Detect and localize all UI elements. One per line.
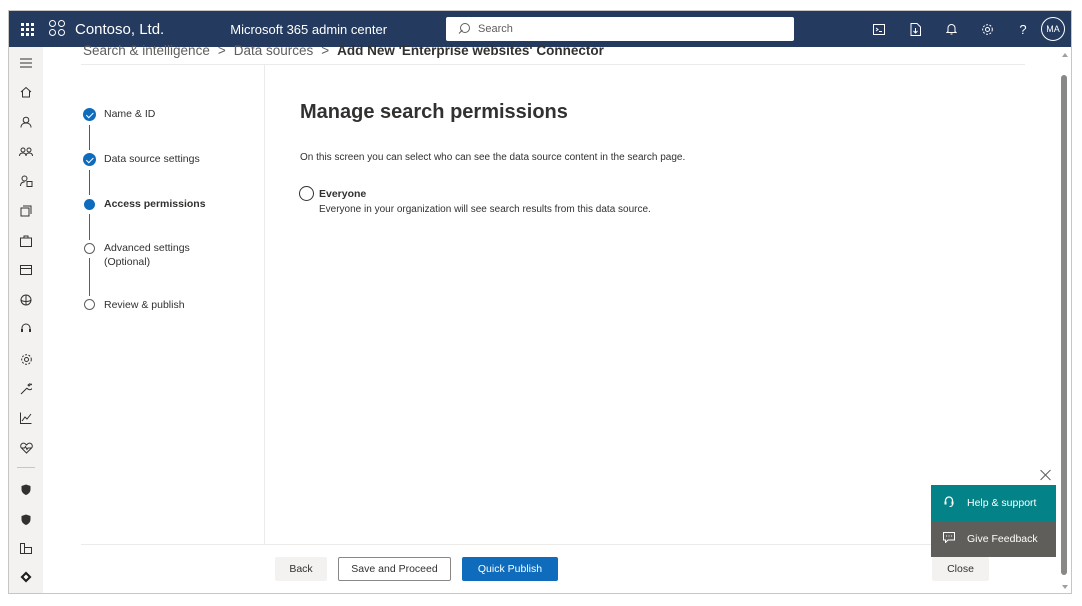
health-icon[interactable] bbox=[9, 436, 43, 460]
step-label-optional: (Optional) bbox=[104, 256, 151, 268]
org-name: Contoso, Ltd. bbox=[75, 20, 165, 38]
app-name: Microsoft 365 admin center bbox=[230, 21, 388, 37]
close-icon[interactable] bbox=[1039, 468, 1053, 482]
scroll-thumb[interactable] bbox=[1061, 75, 1067, 575]
page-title: Manage search permissions bbox=[300, 101, 568, 123]
hamburger-icon[interactable] bbox=[9, 51, 43, 75]
give-feedback-button[interactable]: Give Feedback bbox=[931, 521, 1056, 557]
support-icon[interactable] bbox=[9, 317, 43, 341]
search-icon bbox=[458, 23, 470, 35]
headset-icon bbox=[943, 496, 955, 510]
footer-divider bbox=[81, 544, 1025, 545]
save-and-proceed-button[interactable]: Save and Proceed bbox=[338, 557, 451, 581]
groups-icon[interactable] bbox=[9, 140, 43, 164]
close-button[interactable]: Close bbox=[932, 557, 989, 581]
breadcrumb-data-sources[interactable]: Data sources bbox=[234, 43, 314, 58]
everyone-label: Everyone bbox=[319, 188, 367, 200]
left-nav bbox=[9, 47, 43, 593]
help-support-button[interactable]: Help & support bbox=[931, 485, 1056, 521]
feedback-icon bbox=[943, 532, 955, 546]
bell-icon[interactable] bbox=[933, 11, 969, 47]
settings-icon[interactable] bbox=[9, 347, 43, 371]
step-connector bbox=[89, 214, 90, 240]
breadcrumb-search-intelligence[interactable]: Search & intelligence bbox=[83, 43, 210, 58]
step-connector bbox=[89, 125, 90, 150]
checkmark-icon bbox=[83, 108, 96, 121]
breadcrumb: Search & intelligence > Data sources > Add N… bbox=[83, 43, 604, 58]
shield-icon[interactable] bbox=[9, 477, 43, 501]
terminal-icon[interactable] bbox=[861, 11, 897, 47]
billing-icon[interactable] bbox=[9, 258, 43, 282]
scrollbar[interactable] bbox=[1057, 47, 1071, 593]
user-icon[interactable] bbox=[9, 110, 43, 134]
org-logo-icon bbox=[49, 20, 67, 38]
more-icon[interactable] bbox=[9, 536, 43, 560]
step-connector bbox=[89, 170, 90, 195]
search-input[interactable]: Search bbox=[446, 17, 794, 41]
defender-icon[interactable] bbox=[9, 507, 43, 531]
wrench-icon[interactable] bbox=[9, 377, 43, 401]
pending-step-icon bbox=[84, 299, 95, 310]
download-app-icon[interactable] bbox=[897, 11, 933, 47]
back-button[interactable]: Back bbox=[275, 557, 327, 581]
resources-icon[interactable] bbox=[9, 199, 43, 223]
step-label: Review & publish bbox=[104, 299, 185, 311]
breadcrumb-current: Add New 'Enterprise websites' Connector bbox=[337, 43, 604, 58]
main-content: Manage search permissions bbox=[300, 101, 568, 124]
quick-publish-button[interactable]: Quick Publish bbox=[462, 557, 558, 581]
reports-icon[interactable] bbox=[9, 406, 43, 430]
gear-icon[interactable] bbox=[969, 11, 1005, 47]
help-icon[interactable]: ? bbox=[1005, 11, 1041, 47]
marketplace-icon[interactable] bbox=[9, 229, 43, 253]
pending-step-icon bbox=[84, 243, 95, 254]
page-description: On this screen you can select who can se… bbox=[300, 152, 686, 163]
give-feedback-label: Give Feedback bbox=[967, 533, 1038, 545]
app-launcher-button[interactable] bbox=[9, 11, 45, 47]
home-icon[interactable] bbox=[9, 80, 43, 104]
step-connector bbox=[89, 258, 90, 296]
checkmark-icon bbox=[83, 153, 96, 166]
scroll-down-icon[interactable] bbox=[1062, 585, 1068, 589]
edge-icon[interactable] bbox=[9, 565, 43, 589]
top-bar: Contoso, Ltd. Microsoft 365 admin center… bbox=[9, 11, 1071, 47]
chevron-right-icon: > bbox=[217, 43, 226, 58]
step-label: Advanced settings bbox=[104, 242, 190, 254]
roles-icon[interactable] bbox=[9, 169, 43, 193]
help-support-label: Help & support bbox=[967, 497, 1037, 509]
current-step-icon bbox=[84, 199, 95, 210]
chevron-right-icon: > bbox=[321, 43, 330, 58]
everyone-description: Everyone in your organization will see s… bbox=[319, 204, 651, 215]
app-window: Contoso, Ltd. Microsoft 365 admin center… bbox=[8, 10, 1072, 594]
step-label: Name & ID bbox=[104, 108, 156, 120]
step-label: Data source settings bbox=[104, 153, 200, 165]
wizard-steps: Name & ID Data source settings Access pe… bbox=[81, 65, 265, 545]
scroll-up-icon[interactable] bbox=[1062, 53, 1068, 57]
org-link[interactable]: Contoso, Ltd. bbox=[49, 20, 164, 38]
step-label: Access permissions bbox=[104, 198, 206, 210]
everyone-radio[interactable] bbox=[299, 186, 314, 201]
search-placeholder: Search bbox=[478, 23, 513, 35]
setup-icon[interactable] bbox=[9, 288, 43, 312]
waffle-icon bbox=[20, 22, 34, 36]
avatar[interactable]: MA bbox=[1041, 17, 1065, 41]
